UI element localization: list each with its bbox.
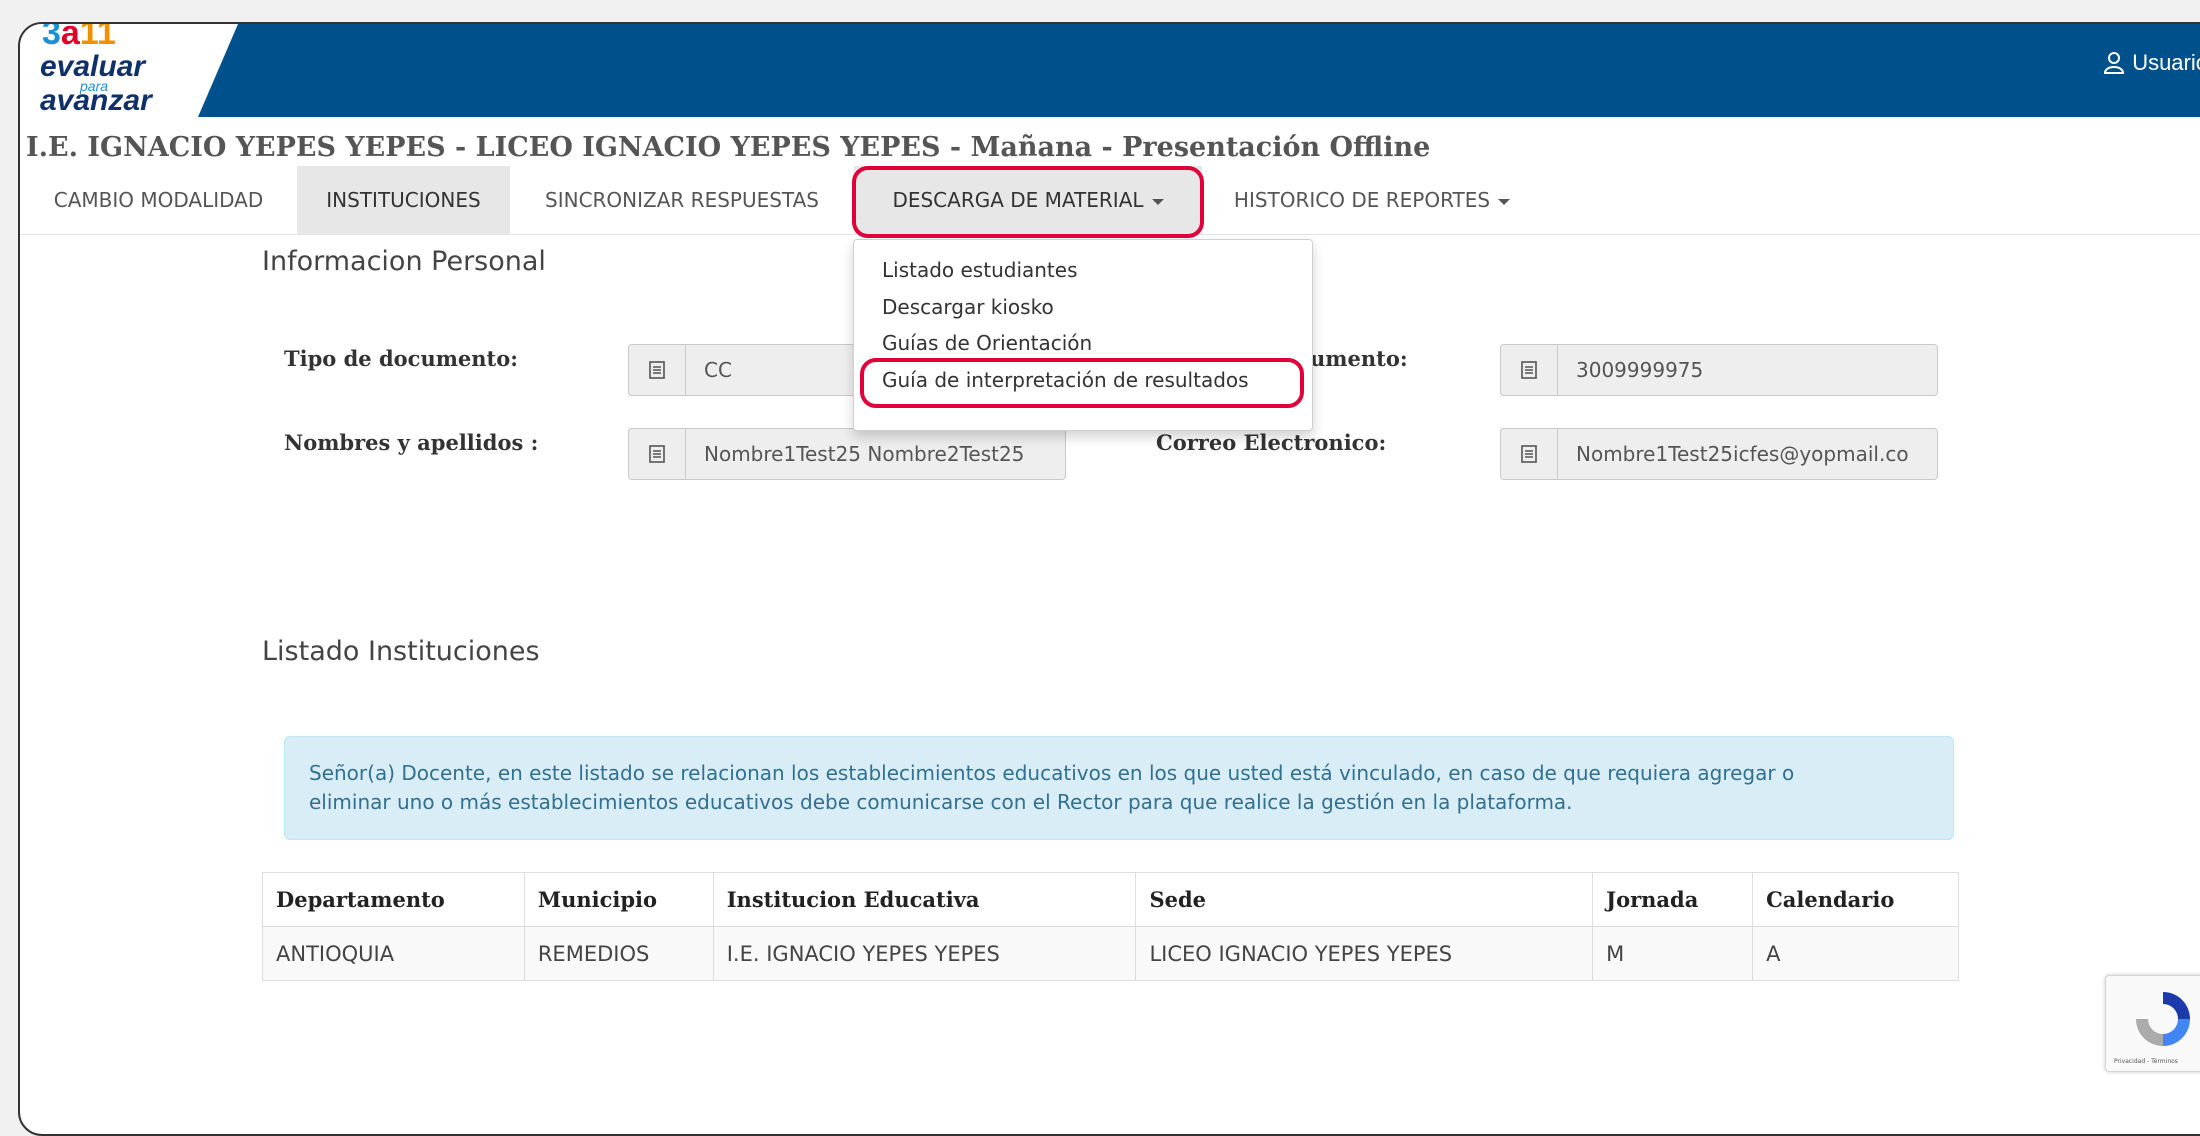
tipo-documento-value: CC [686,345,879,395]
nav-sincronizar-respuestas[interactable]: SINCRONIZAR RESPUESTAS [510,166,854,234]
correo-value: Nombre1Test25icfes@yopmail.co [1558,429,1937,479]
dropdown-item-guia-interpretacion[interactable]: Guía de interpretación de resultados [882,368,1249,392]
nombres-label: Nombres y apellidos : [284,430,539,455]
cell-jornada: M [1592,926,1754,981]
nombres-field[interactable]: Nombre1Test25 Nombre2Test25 [628,428,1066,480]
institutions-table: Departamento Municipio Institucion Educa… [262,872,1959,981]
col-jornada: Jornada [1592,872,1754,927]
table-header-row: Departamento Municipio Institucion Educa… [262,872,1959,927]
col-sede: Sede [1135,872,1594,927]
table-row: ANTIOQUIA REMEDIOS I.E. IGNACIO YEPES YE… [262,926,1959,981]
numero-documento-field[interactable]: 3009999975 [1500,344,1938,396]
caret-down-icon [1498,198,1511,205]
correo-label: Correo Electronico: [1156,430,1387,455]
tipo-documento-label: Tipo de documento: [284,346,519,371]
recaptcha-terms[interactable]: Privacidad - Términos [2114,1058,2178,1065]
document-icon [1501,429,1558,479]
cell-institucion: I.E. IGNACIO YEPES YEPES [712,926,1137,981]
personal-info-title: Informacion Personal [262,246,546,277]
top-bar: 3a11 evaluar para avanzar Usuario [20,24,2200,117]
col-municipio: Municipio [523,872,714,927]
nombres-value: Nombre1Test25 Nombre2Test25 [686,429,1065,479]
col-calendario: Calendario [1752,872,1959,927]
nav-instituciones[interactable]: INSTITUCIONES [297,166,510,234]
institution-title: I.E. IGNACIO YEPES YEPES - LICEO IGNACIO… [26,132,1431,163]
logo-word-avanzar: avanzar [40,84,152,117]
document-icon [629,345,686,395]
dropdown-item-descargar-kiosko[interactable]: Descargar kiosko [882,295,1054,319]
app-window: 3a11 evaluar para avanzar Usuario I.E. I… [18,22,2200,1136]
evaluar-para-avanzar-logo[interactable]: 3a11 evaluar para avanzar [28,22,188,117]
user-menu-link[interactable]: Usuario [2102,50,2200,76]
correo-field[interactable]: Nombre1Test25icfes@yopmail.co [1500,428,1938,480]
recaptcha-badge[interactable]: Privacidad - Términos [2105,975,2200,1072]
caret-down-icon [1151,198,1164,205]
info-alert: Señor(a) Docente, en este listado se rel… [284,736,1954,840]
alert-line-1: Señor(a) Docente, en este listado se rel… [309,761,1795,785]
tipo-documento-field[interactable]: CC [628,344,880,396]
descarga-dropdown-menu: Listado estudiantes Descargar kiosko Guí… [853,239,1313,431]
numero-documento-label: umento: [1310,346,1408,371]
cell-municipio: REMEDIOS [523,926,714,981]
cell-calendario: A [1752,926,1959,981]
alert-line-2: eliminar uno o más establecimientos educ… [309,790,1573,814]
dropdown-item-listado-estudiantes[interactable]: Listado estudiantes [882,258,1078,282]
main-nav: CAMBIO MODALIDAD INSTITUCIONES SINCRONIZ… [20,166,2200,235]
dropdown-item-guias-orientacion[interactable]: Guías de Orientación [882,331,1092,355]
nav-cambio-modalidad[interactable]: CAMBIO MODALIDAD [20,166,297,234]
document-icon [1501,345,1558,395]
nav-historico-de-reportes[interactable]: HISTORICO DE REPORTES [1202,166,1542,234]
listado-instituciones-title: Listado Instituciones [262,636,540,667]
cell-departamento: ANTIOQUIA [262,926,525,981]
user-label: Usuario [2132,50,2200,75]
user-icon [2102,51,2126,75]
document-icon [629,429,686,479]
col-departamento: Departamento [262,872,525,927]
nav-descarga-de-material[interactable]: DESCARGA DE MATERIAL [854,166,1202,234]
logo-numbers: 3a11 [42,22,116,52]
numero-documento-value: 3009999975 [1558,345,1937,395]
cell-sede: LICEO IGNACIO YEPES YEPES [1135,926,1594,981]
top-bar-blue-band [198,24,2200,117]
col-institucion: Institucion Educativa [712,872,1137,927]
